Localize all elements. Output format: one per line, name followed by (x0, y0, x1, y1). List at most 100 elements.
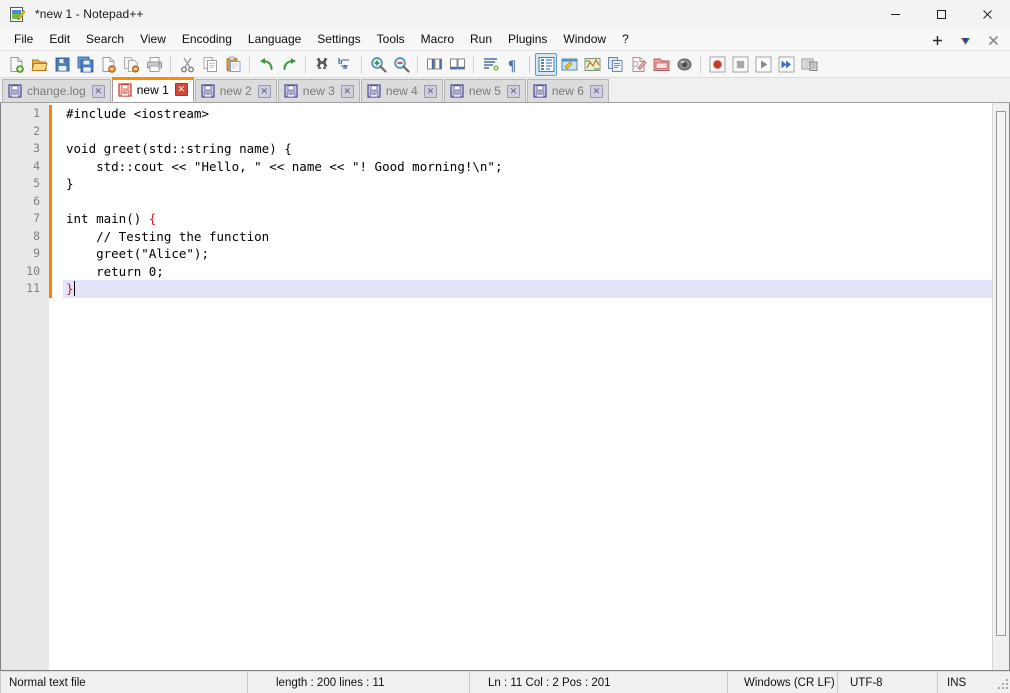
code-line[interactable]: void greet(std::string name) { (63, 140, 1009, 158)
minimize-button[interactable] (872, 0, 918, 29)
menu-settings[interactable]: Settings (309, 30, 368, 50)
macro-play-icon[interactable] (752, 53, 774, 76)
menu-language[interactable]: Language (240, 30, 309, 50)
new-file-icon[interactable] (5, 53, 27, 76)
menu-search[interactable]: Search (78, 30, 132, 50)
line-number: 4 (33, 158, 40, 173)
document-tab-close-icon[interactable]: ✕ (257, 84, 271, 98)
close-tab-x-icon[interactable] (980, 30, 1006, 50)
status-encoding[interactable]: UTF-8 (838, 671, 938, 693)
maximize-button[interactable] (918, 0, 964, 29)
open-file-icon[interactable] (28, 53, 50, 76)
vertical-scrollbar-thumb[interactable] (996, 111, 1006, 636)
status-bar: Normal text file length : 200 lines : 11… (0, 671, 1010, 693)
code-line[interactable]: return 0; (63, 263, 1009, 281)
code-line[interactable]: #include <iostream> (63, 105, 1009, 123)
line-number: 1 (33, 106, 40, 120)
unsaved-document-icon (118, 82, 132, 97)
code-text-area[interactable]: #include <iostream>void greet(std::strin… (63, 103, 1009, 670)
document-tab-close-icon[interactable]: ✕ (589, 84, 603, 98)
sync-vertical-scroll-icon[interactable] (423, 53, 445, 76)
saved-document-icon (533, 84, 547, 98)
menu-view[interactable]: View (132, 30, 174, 50)
editor-area[interactable]: 1 2 3 4 5 6 7 8 9 10 11 #include <iostream> void gr… (0, 103, 1010, 671)
document-switcher-icon[interactable] (627, 53, 649, 76)
print-icon[interactable] (143, 53, 165, 76)
code-line[interactable]: } (63, 280, 1009, 298)
document-tab[interactable]: new 3 ✕ (277, 79, 360, 102)
code-line[interactable]: greet("Alice"); (63, 245, 1009, 263)
undo-icon[interactable] (255, 53, 277, 76)
find-icon[interactable] (311, 53, 333, 76)
code-line[interactable]: } (63, 175, 1009, 193)
redo-icon[interactable] (278, 53, 300, 76)
cut-icon[interactable] (176, 53, 198, 76)
toolbar: ba ¶ (0, 51, 1010, 78)
zoom-in-icon[interactable] (367, 53, 389, 76)
save-icon[interactable] (51, 53, 73, 76)
title-bar: *new 1 - Notepad++ (0, 0, 1010, 29)
menu-run[interactable]: Run (462, 30, 500, 50)
show-indent-guide-icon[interactable] (535, 52, 557, 76)
resize-grip-icon[interactable] (996, 677, 1008, 689)
document-tab[interactable]: new 6 ✕ (526, 79, 609, 102)
fold-margin[interactable] (52, 103, 63, 670)
menu-encoding[interactable]: Encoding (174, 30, 240, 50)
menu-tools[interactable]: Tools (369, 30, 413, 50)
document-tab-label: new 5 (468, 84, 501, 98)
macro-record-icon[interactable] (706, 53, 728, 76)
menu-file[interactable]: File (6, 30, 41, 50)
title-bar-left: *new 1 - Notepad++ (0, 6, 144, 23)
document-tab[interactable]: new 1 ✕ (111, 77, 194, 102)
new-tab-plus-icon[interactable] (924, 30, 950, 50)
document-tab[interactable]: new 4 ✕ (360, 79, 443, 102)
folder-as-workspace-icon[interactable] (650, 53, 672, 76)
status-insert-mode[interactable]: INS (938, 672, 988, 693)
function-list-icon[interactable] (604, 53, 626, 76)
user-defined-dialog-icon[interactable] (558, 53, 580, 76)
close-button[interactable] (964, 0, 1010, 29)
menu-macro[interactable]: Macro (413, 30, 462, 50)
code-line-text: // Testing the function (66, 228, 270, 244)
document-map-icon[interactable] (581, 53, 603, 76)
document-tab[interactable]: new 2 ✕ (194, 79, 277, 102)
document-tab-close-icon[interactable]: ✕ (174, 83, 188, 96)
menu-edit[interactable]: Edit (41, 30, 78, 50)
text-caret (74, 281, 75, 296)
macro-stop-icon[interactable] (729, 53, 751, 76)
menu-plugins[interactable]: Plugins (500, 30, 555, 50)
code-line[interactable]: std::cout << "Hello, " << name << "! Goo… (63, 158, 1009, 176)
notepad-plus-plus-icon (9, 6, 26, 23)
vertical-scrollbar[interactable] (992, 103, 1009, 670)
copy-icon[interactable] (199, 53, 221, 76)
menu-window[interactable]: Window (555, 30, 614, 50)
sync-horizontal-scroll-icon[interactable] (446, 53, 468, 76)
saved-document-icon (284, 84, 298, 98)
matched-brace: { (148, 211, 157, 226)
show-all-characters-icon[interactable]: ¶ (502, 53, 524, 76)
save-all-icon[interactable] (74, 53, 96, 76)
paste-icon[interactable] (222, 53, 244, 76)
menu-bar-right-buttons (924, 29, 1006, 51)
document-tab-close-icon[interactable]: ✕ (423, 84, 437, 98)
code-line[interactable]: int main() { (63, 210, 1009, 228)
tab-list-dropdown-icon[interactable] (952, 30, 978, 50)
close-all-files-icon[interactable] (120, 53, 142, 76)
document-tab-close-icon[interactable]: ✕ (340, 84, 354, 98)
close-file-icon[interactable] (97, 53, 119, 76)
code-line[interactable] (63, 123, 1009, 141)
word-wrap-icon[interactable] (479, 53, 501, 76)
document-tab-close-icon[interactable]: ✕ (506, 84, 520, 98)
document-tab[interactable]: change.log ✕ (2, 79, 111, 102)
code-line[interactable] (63, 193, 1009, 211)
document-tab[interactable]: new 5 ✕ (443, 79, 526, 102)
replace-icon[interactable]: ba (334, 53, 356, 76)
monitoring-icon[interactable] (673, 53, 695, 76)
status-eol-format[interactable]: Windows (CR LF) (728, 671, 838, 693)
menu-help[interactable]: ? (614, 30, 637, 50)
macro-save-icon[interactable] (798, 53, 820, 76)
document-tab-close-icon[interactable]: ✕ (91, 84, 105, 98)
zoom-out-icon[interactable] (390, 53, 412, 76)
macro-run-multiple-icon[interactable] (775, 53, 797, 76)
code-line[interactable]: // Testing the function (63, 228, 1009, 246)
